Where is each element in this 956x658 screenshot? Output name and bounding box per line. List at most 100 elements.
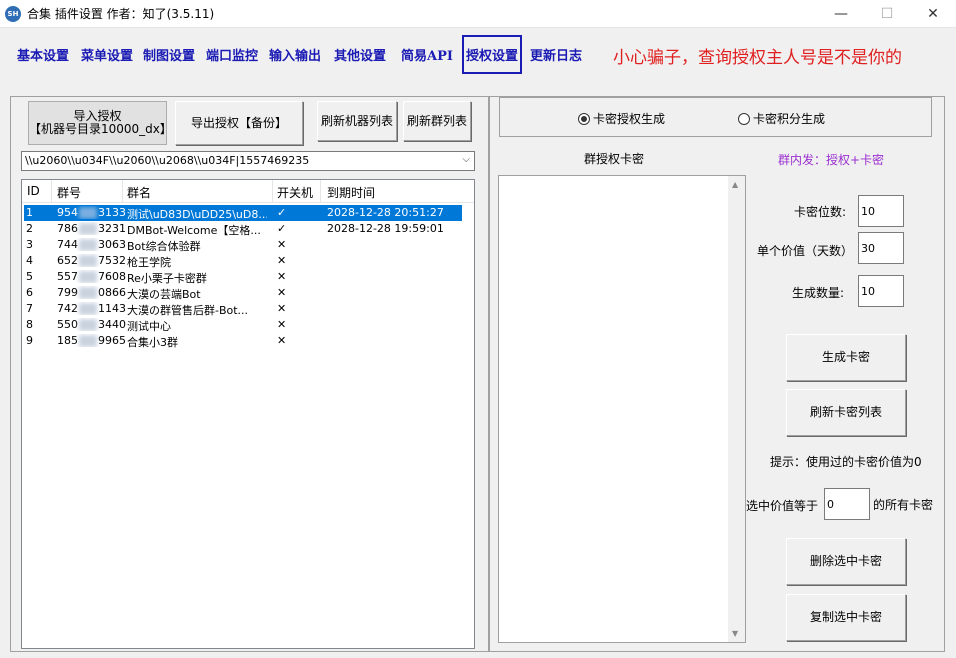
- close-button[interactable]: ✕: [910, 0, 956, 28]
- generate-cards-button[interactable]: 生成卡密: [786, 334, 906, 381]
- radio-card-auth-indicator[interactable]: [578, 112, 590, 125]
- group-number-suffix: 0866: [98, 286, 126, 299]
- row-group-name: 测试中心: [127, 320, 171, 333]
- menu-simple-api[interactable]: 简易API: [401, 45, 453, 64]
- table-row[interactable]: 8 550 3440 测试中心 ✕: [24, 317, 462, 333]
- row-group-name: 测试\uD83D\uDD25\uD8...: [127, 208, 267, 221]
- menu-drawing-settings[interactable]: 制图设置: [143, 45, 195, 64]
- minimize-button[interactable]: —: [818, 0, 864, 28]
- row-group-number: 557 7608: [57, 270, 126, 283]
- delete-cards-button[interactable]: 删除选中卡密: [786, 538, 906, 585]
- copy-cards-button[interactable]: 复制选中卡密: [786, 594, 906, 641]
- table-row[interactable]: 5 557 7608 Re小栗子卡密群 ✕: [24, 269, 462, 285]
- table-row[interactable]: 7 742 1143 大漠の群管售后群-Bot... ✕: [24, 301, 462, 317]
- row-group-name: 合集小3群: [127, 336, 178, 349]
- radio-card-auth-label: 卡密授权生成: [593, 112, 666, 126]
- radio-card-points-label: 卡密积分生成: [753, 112, 826, 126]
- digits-label: 卡密位数:: [794, 205, 847, 219]
- radio-card-points-indicator[interactable]: [738, 112, 750, 125]
- group-number-suffix: 3231: [98, 222, 126, 235]
- row-group-name: DMBot-Welcome【空格...: [127, 224, 261, 237]
- count-input[interactable]: 10: [858, 275, 904, 307]
- row-id: 2: [26, 222, 33, 235]
- group-list-header: ID 群号 群名 开关机 到期时间: [22, 180, 474, 203]
- row-group-number: 786 3231: [57, 222, 126, 235]
- group-number-prefix: 786: [57, 222, 78, 235]
- row-id: 5: [26, 270, 33, 283]
- menu-basic-settings[interactable]: 基本设置: [17, 45, 69, 64]
- group-number-suffix: 3133: [98, 206, 126, 219]
- redaction-mask: [79, 319, 97, 331]
- redaction-mask: [79, 271, 97, 283]
- column-header-group-name[interactable]: 群名: [127, 184, 151, 201]
- maximize-button[interactable]: ☐: [864, 0, 910, 28]
- app-icon: SH: [5, 6, 21, 22]
- scroll-up-icon[interactable]: ▲: [732, 180, 738, 189]
- menu-menu-settings[interactable]: 菜单设置: [81, 45, 133, 64]
- row-power-status: ✕: [277, 270, 287, 283]
- window-title: 合集 插件设置 作者：知了(3.5.11): [27, 7, 215, 21]
- column-header-id[interactable]: ID: [27, 184, 40, 198]
- table-row[interactable]: 1 954 3133 测试\uD83D\uDD25\uD8... ✓ 2028-12-28…: [24, 205, 462, 221]
- menu-input-output[interactable]: 输入输出: [269, 45, 321, 64]
- value-days-input[interactable]: 30: [858, 232, 904, 264]
- redaction-mask: [79, 207, 97, 219]
- row-group-name: 大漠の群管售后群-Bot...: [127, 304, 249, 317]
- machine-select[interactable]: \\u2060\\u034F\\u2060\\u2068\\u034F|1557…: [21, 151, 475, 171]
- table-row[interactable]: 4 652 7532 枪王学院 ✕: [24, 253, 462, 269]
- chevron-down-icon[interactable]: ⌵: [462, 154, 470, 165]
- group-number-prefix: 185: [57, 334, 78, 347]
- menu-bar: 基本设置 菜单设置 制图设置 端口监控 输入输出 其他设置 简易API 授权设置…: [0, 28, 956, 86]
- redaction-mask: [79, 255, 97, 267]
- import-auth-button[interactable]: 导入授权 【机器号目录10000_dx】: [28, 101, 172, 145]
- card-key-list[interactable]: ▲ ▼: [498, 175, 746, 643]
- select-value-input[interactable]: 0: [824, 488, 870, 520]
- column-divider[interactable]: [122, 180, 123, 202]
- radio-card-points[interactable]: 卡密积分生成: [738, 110, 825, 127]
- scroll-down-icon[interactable]: ▼: [732, 629, 738, 638]
- row-id: 6: [26, 286, 33, 299]
- column-header-power[interactable]: 开关机: [277, 184, 313, 201]
- menu-port-monitor[interactable]: 端口监控: [206, 45, 258, 64]
- table-row[interactable]: 6 799 0866 大漠の芸端Bot ✕: [24, 285, 462, 301]
- row-group-number: 550 3440: [57, 318, 126, 331]
- menu-other-settings[interactable]: 其他设置: [334, 45, 386, 64]
- digits-input[interactable]: 10: [858, 195, 904, 227]
- column-divider[interactable]: [320, 180, 321, 202]
- column-divider[interactable]: [51, 180, 52, 202]
- table-row[interactable]: 9 185 9965 合集小3群 ✕: [24, 333, 462, 349]
- row-expiry: 2028-12-28 19:59:01: [327, 222, 444, 235]
- table-row[interactable]: 2 786 3231 DMBot-Welcome【空格... ✓ 2028-12-28 1…: [24, 221, 462, 237]
- row-id: 8: [26, 318, 33, 331]
- export-auth-button[interactable]: 导出授权【备份】: [175, 101, 303, 145]
- row-id: 4: [26, 254, 33, 267]
- select-value-suffix: 的所有卡密: [873, 498, 934, 512]
- menu-auth-settings[interactable]: 授权设置: [462, 35, 523, 74]
- row-power-status: ✕: [277, 334, 287, 347]
- column-header-expiry[interactable]: 到期时间: [327, 184, 375, 201]
- value-days-label: 单个价值（天数）: [757, 244, 854, 258]
- group-number-prefix: 954: [57, 206, 78, 219]
- table-row[interactable]: 3 744 3063 Bot综合体验群 ✕: [24, 237, 462, 253]
- card-key-list-scrollbar[interactable]: ▲ ▼: [728, 176, 745, 642]
- row-group-name: 枪王学院: [127, 256, 171, 269]
- group-number-suffix: 3063: [98, 238, 126, 251]
- radio-card-auth[interactable]: 卡密授权生成: [578, 110, 665, 127]
- group-list[interactable]: ID 群号 群名 开关机 到期时间 1 954 3133 测试\uD83D\uDD25…: [21, 179, 475, 649]
- row-group-number: 742 1143: [57, 302, 126, 315]
- column-header-group-number[interactable]: 群号: [57, 184, 81, 201]
- row-power-status: ✕: [277, 238, 287, 251]
- row-id: 1: [26, 206, 33, 219]
- column-divider[interactable]: [272, 180, 273, 202]
- mode-group: 卡密授权生成 卡密积分生成: [499, 97, 932, 137]
- group-number-prefix: 652: [57, 254, 78, 267]
- group-number-suffix: 9965: [98, 334, 126, 347]
- row-group-name: Re小栗子卡密群: [127, 272, 207, 285]
- refresh-groups-button[interactable]: 刷新群列表: [403, 101, 471, 141]
- menu-changelog[interactable]: 更新日志: [530, 45, 582, 64]
- refresh-cards-button[interactable]: 刷新卡密列表: [786, 389, 906, 436]
- refresh-machines-button[interactable]: 刷新机器列表: [317, 101, 397, 141]
- row-group-name: Bot综合体验群: [127, 240, 201, 253]
- row-group-number: 652 7532: [57, 254, 126, 267]
- redaction-mask: [79, 335, 97, 347]
